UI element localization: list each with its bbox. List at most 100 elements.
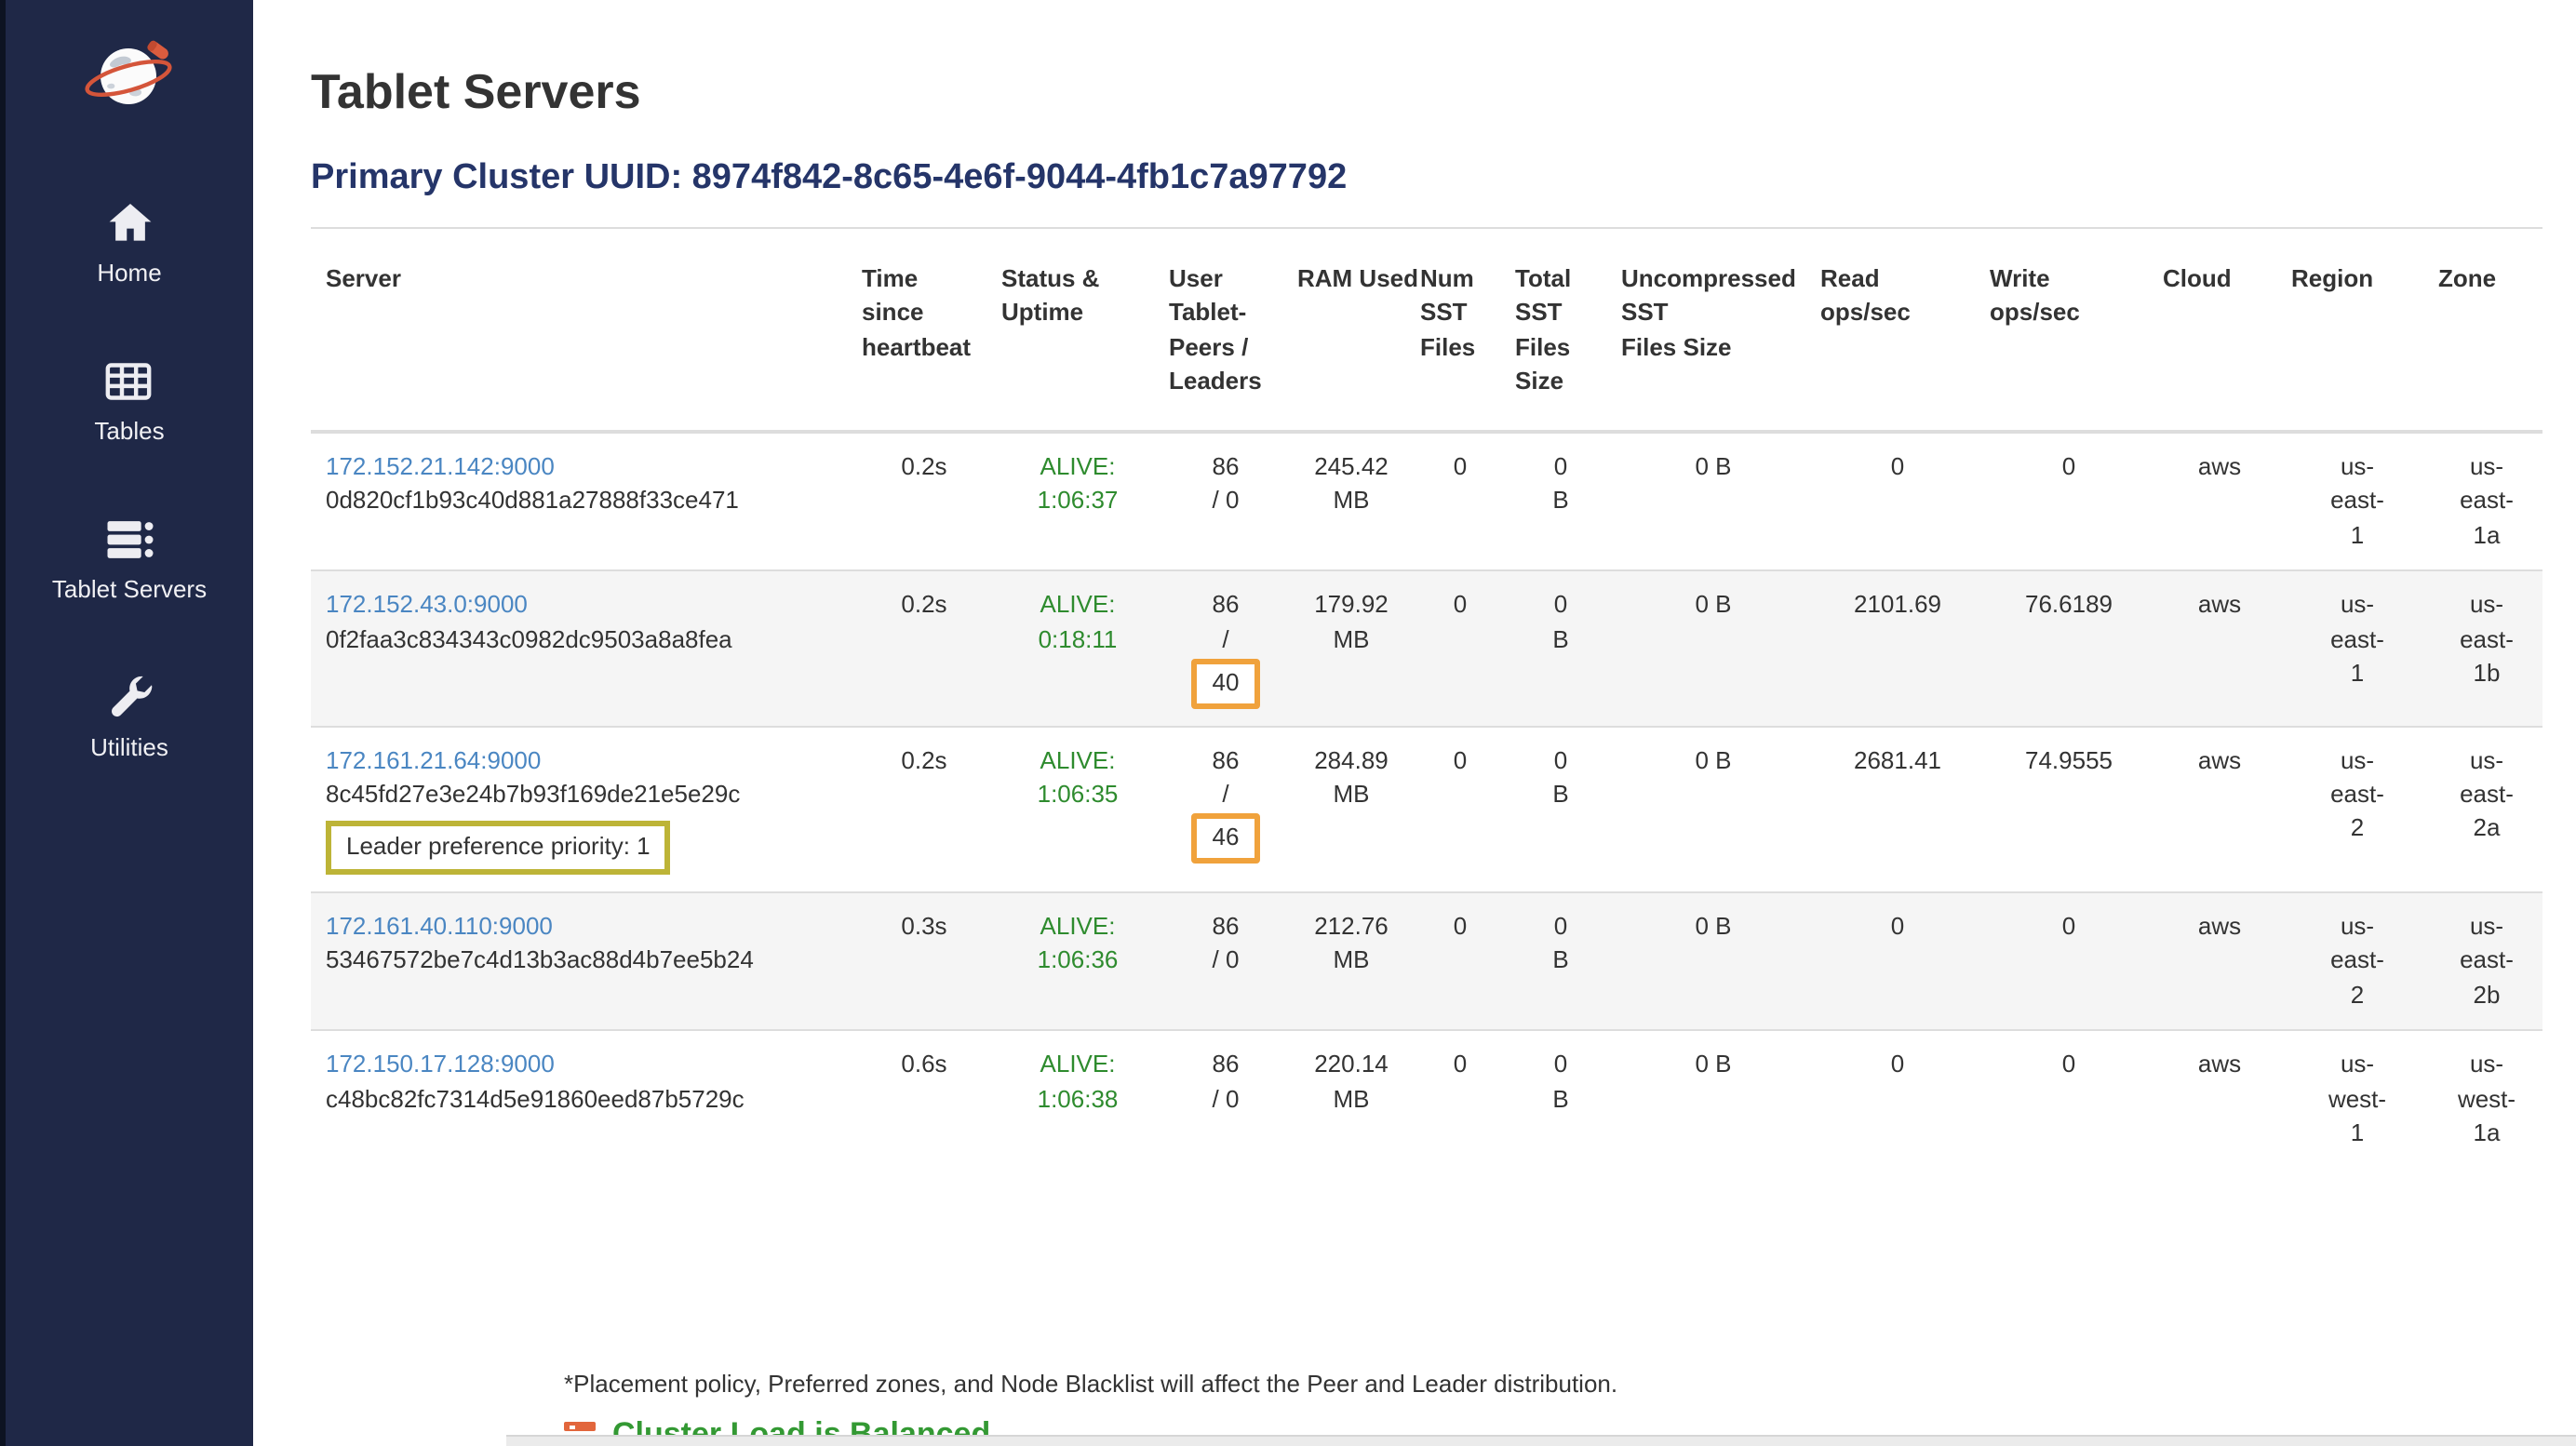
cell-heartbeat: 0.2s: [854, 570, 994, 726]
cluster-uuid-heading: Primary Cluster UUID: 8974f842-8c65-4e6f…: [311, 158, 2542, 199]
leaders-highlight-box: 46: [1192, 814, 1260, 864]
cell-region: us- east- 1: [2284, 570, 2431, 726]
cell-write-ops: 74.9555: [1982, 726, 2155, 892]
cell-ram-used: 284.89 MB: [1290, 726, 1413, 892]
cell-total-sst-files-size: 0 B: [1508, 726, 1614, 892]
cell-total-sst-files-size: 0 B: [1508, 1031, 1614, 1169]
cell-zone: us- east- 2a: [2431, 726, 2542, 892]
server-uuid: c48bc82fc7314d5e91860eed87b5729c: [326, 1082, 847, 1117]
column-header-cloud: Cloud: [2155, 228, 2284, 432]
cell-ram-used: 245.42 MB: [1290, 432, 1413, 571]
cell-write-ops: 0: [1982, 892, 2155, 1031]
server-uuid: 53467572be7c4d13b3ac88d4b7ee5b24: [326, 944, 847, 979]
table-header-row: ServerTime since heartbeatStatus & Uptim…: [311, 228, 2542, 432]
cell-region: us- west- 1: [2284, 1031, 2431, 1169]
server-uuid: 0d820cf1b93c40d881a27888f33ce471: [326, 485, 847, 519]
cell-read-ops: 2101.69: [1813, 570, 1982, 726]
sidebar-item-home[interactable]: Home: [97, 197, 161, 287]
cell-read-ops: 0: [1813, 1031, 1982, 1169]
sidebar-item-label: Tables: [94, 417, 164, 445]
cell-status: ALIVE: 1:06:38: [994, 1031, 1161, 1169]
table-row: 172.161.21.64:9000 8c45fd27e3e24b7b93f169…: [311, 726, 2542, 892]
main-content: Tablet Servers Primary Cluster UUID: 897…: [253, 0, 2576, 1446]
cell-cloud: aws: [2155, 570, 2284, 726]
sidebar: Home Tables: [6, 0, 253, 1446]
planet-rocket-logo-icon: [81, 33, 178, 119]
cell-cloud: aws: [2155, 726, 2284, 892]
cell-total-sst-files-size: 0 B: [1508, 570, 1614, 726]
cell-total-sst-files-size: 0 B: [1508, 892, 1614, 1031]
table-grid-icon: [101, 355, 157, 408]
server-stack-icon: [101, 514, 157, 566]
cell-heartbeat: 0.3s: [854, 892, 994, 1031]
cell-cloud: aws: [2155, 1031, 2284, 1169]
cell-server: 172.152.43.0:9000 0f2faa3c834343c0982dc95…: [311, 570, 854, 726]
column-header-read_ops: Read ops/sec: [1813, 228, 1982, 432]
cell-uncompressed-sst-files-size: 0 B: [1614, 432, 1813, 571]
cell-user-tablets: 86 / 40: [1161, 570, 1290, 726]
cell-heartbeat: 0.2s: [854, 432, 994, 571]
cell-cloud: aws: [2155, 892, 2284, 1031]
cell-num-sst-files: 0: [1413, 432, 1508, 571]
cell-read-ops: 2681.41: [1813, 726, 1982, 892]
column-header-status: Status & Uptime: [994, 228, 1161, 432]
column-header-write_ops: Write ops/sec: [1982, 228, 2155, 432]
cell-cloud: aws: [2155, 432, 2284, 571]
wrench-icon: [101, 672, 157, 724]
cell-status: ALIVE: 0:18:11: [994, 570, 1161, 726]
cell-read-ops: 0: [1813, 892, 1982, 1031]
app-root: Home Tables: [0, 0, 2576, 1446]
server-uuid: 8c45fd27e3e24b7b93f169de21e5e29c: [326, 778, 847, 812]
cell-heartbeat: 0.6s: [854, 1031, 994, 1169]
cell-user-tablets: 86 / 46: [1161, 726, 1290, 892]
sidebar-nav: Home Tables: [52, 197, 207, 761]
cell-num-sst-files: 0: [1413, 726, 1508, 892]
cell-write-ops: 0: [1982, 1031, 2155, 1169]
cell-region: us- east- 2: [2284, 892, 2431, 1031]
cell-server: 172.161.21.64:9000 8c45fd27e3e24b7b93f169…: [311, 726, 854, 892]
table-row: 172.161.40.110:9000 53467572be7c4d13b3ac8…: [311, 892, 2542, 1031]
cell-uncompressed-sst-files-size: 0 B: [1614, 1031, 1813, 1169]
app-logo[interactable]: [81, 33, 178, 119]
cell-region: us- east- 2: [2284, 726, 2431, 892]
cell-uncompressed-sst-files-size: 0 B: [1614, 726, 1813, 892]
column-header-region: Region: [2284, 228, 2431, 432]
cell-num-sst-files: 0: [1413, 892, 1508, 1031]
cell-zone: us- west- 1a: [2431, 1031, 2542, 1169]
column-header-heartbeat: Time since heartbeat: [854, 228, 994, 432]
server-link[interactable]: 172.161.21.64:9000: [326, 745, 541, 773]
cell-uncompressed-sst-files-size: 0 B: [1614, 570, 1813, 726]
page-title: Tablet Servers: [311, 63, 2542, 121]
column-header-total_sst_size: Total SST Files Size: [1508, 228, 1614, 432]
column-header-server: Server: [311, 228, 854, 432]
cell-user-tablets: 86 / 0: [1161, 892, 1290, 1031]
home-icon: [101, 197, 157, 249]
server-link[interactable]: 172.152.21.142:9000: [326, 452, 555, 480]
cell-heartbeat: 0.2s: [854, 726, 994, 892]
cell-write-ops: 0: [1982, 432, 2155, 571]
sidebar-item-label: Home: [97, 259, 161, 287]
column-header-zone: Zone: [2431, 228, 2542, 432]
sidebar-item-tablet-servers[interactable]: Tablet Servers: [52, 514, 207, 603]
server-uuid: 0f2faa3c834343c0982dc9503a8a8fea: [326, 623, 847, 657]
cell-ram-used: 212.76 MB: [1290, 892, 1413, 1031]
column-header-num_sst: Num SST Files: [1413, 228, 1508, 432]
server-link[interactable]: 172.150.17.128:9000: [326, 1051, 555, 1078]
cell-zone: us- east- 2b: [2431, 892, 2542, 1031]
sidebar-item-label: Utilities: [90, 733, 168, 761]
column-header-user_tablets: User Tablet- Peers / Leaders: [1161, 228, 1290, 432]
leader-preference-badge: Leader preference priority: 1: [326, 822, 671, 875]
cell-user-tablets: 86 / 0: [1161, 432, 1290, 571]
cell-ram-used: 220.14 MB: [1290, 1031, 1413, 1169]
cell-zone: us- east- 1b: [2431, 570, 2542, 726]
server-link[interactable]: 172.152.43.0:9000: [326, 590, 528, 618]
sidebar-item-tables[interactable]: Tables: [94, 355, 164, 445]
sidebar-item-utilities[interactable]: Utilities: [90, 672, 168, 761]
server-link[interactable]: 172.161.40.110:9000: [326, 912, 553, 940]
table-row: 172.152.21.142:9000 0d820cf1b93c40d881a27…: [311, 432, 2542, 571]
tablet-servers-table: ServerTime since heartbeatStatus & Uptim…: [311, 227, 2542, 1168]
cell-status: ALIVE: 1:06:36: [994, 892, 1161, 1031]
cell-read-ops: 0: [1813, 432, 1982, 571]
cell-server: 172.161.40.110:9000 53467572be7c4d13b3ac8…: [311, 892, 854, 1031]
cell-write-ops: 76.6189: [1982, 570, 2155, 726]
